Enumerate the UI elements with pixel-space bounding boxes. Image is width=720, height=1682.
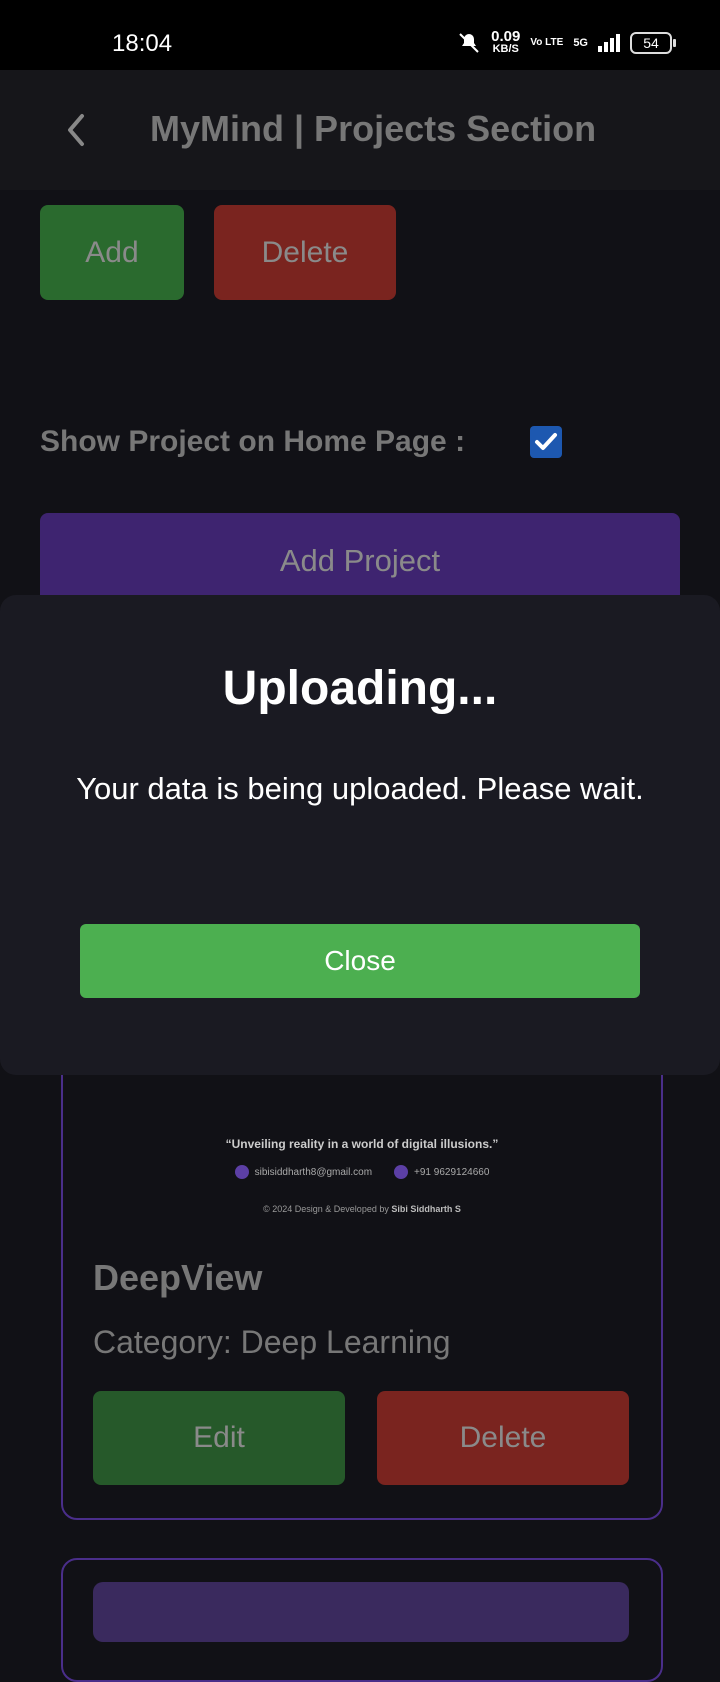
project-name: DeepView	[93, 1257, 263, 1298]
dialog-message: Your data is being uploaded. Please wait…	[76, 771, 644, 806]
project-tagline: “Unveiling reality in a world of digital…	[225, 1137, 499, 1151]
delete-button[interactable]: Delete	[214, 205, 396, 300]
close-button[interactable]: Close	[80, 924, 640, 998]
project-card	[61, 1558, 663, 1682]
email-contact: sibisiddharth8@gmail.com	[234, 1165, 372, 1179]
dialog-title: Uploading...	[222, 662, 498, 715]
phone-contact: +91 9629124660	[394, 1165, 489, 1179]
battery-icon: 54	[630, 32, 676, 54]
upload-dialog: Uploading... Your data is being uploaded…	[0, 595, 720, 1075]
status-bar: 18:04 0.09 KB/S Vo LTE 5G 54	[0, 0, 720, 70]
signal-icon	[598, 34, 620, 52]
delete-project-button[interactable]: Delete	[377, 1391, 629, 1485]
edit-project-button[interactable]: Edit	[93, 1391, 345, 1485]
checkmark-icon	[535, 433, 557, 450]
project-category: Category: Deep Learning	[93, 1324, 451, 1360]
status-icons: 0.09 KB/S Vo LTE 5G 54	[457, 28, 676, 56]
volte-icon: Vo LTE	[530, 37, 564, 48]
back-arrow-icon[interactable]	[60, 108, 96, 152]
page-title: MyMind | Projects Section	[150, 108, 597, 149]
network-speed: 0.09 KB/S	[491, 28, 521, 55]
bell-muted-icon	[459, 33, 479, 53]
mail-icon	[234, 1165, 249, 1179]
show-on-home-label: Show Project on Home Page :	[40, 425, 466, 458]
phone-icon	[394, 1165, 409, 1179]
network-type: 5G	[573, 37, 588, 49]
project-card: “Unveiling reality in a world of digital…	[61, 1030, 663, 1520]
add-button[interactable]: Add	[40, 205, 184, 300]
app-header: MyMind | Projects Section	[0, 70, 720, 190]
project-card-banner	[93, 1582, 629, 1642]
copyright-text: © 2024 Design & Developed by Sibi Siddha…	[263, 1204, 461, 1214]
status-time: 18:04	[112, 30, 173, 57]
contact-row: sibisiddharth8@gmail.com +91 9629124660	[63, 1165, 661, 1179]
show-on-home-checkbox[interactable]	[530, 426, 562, 458]
